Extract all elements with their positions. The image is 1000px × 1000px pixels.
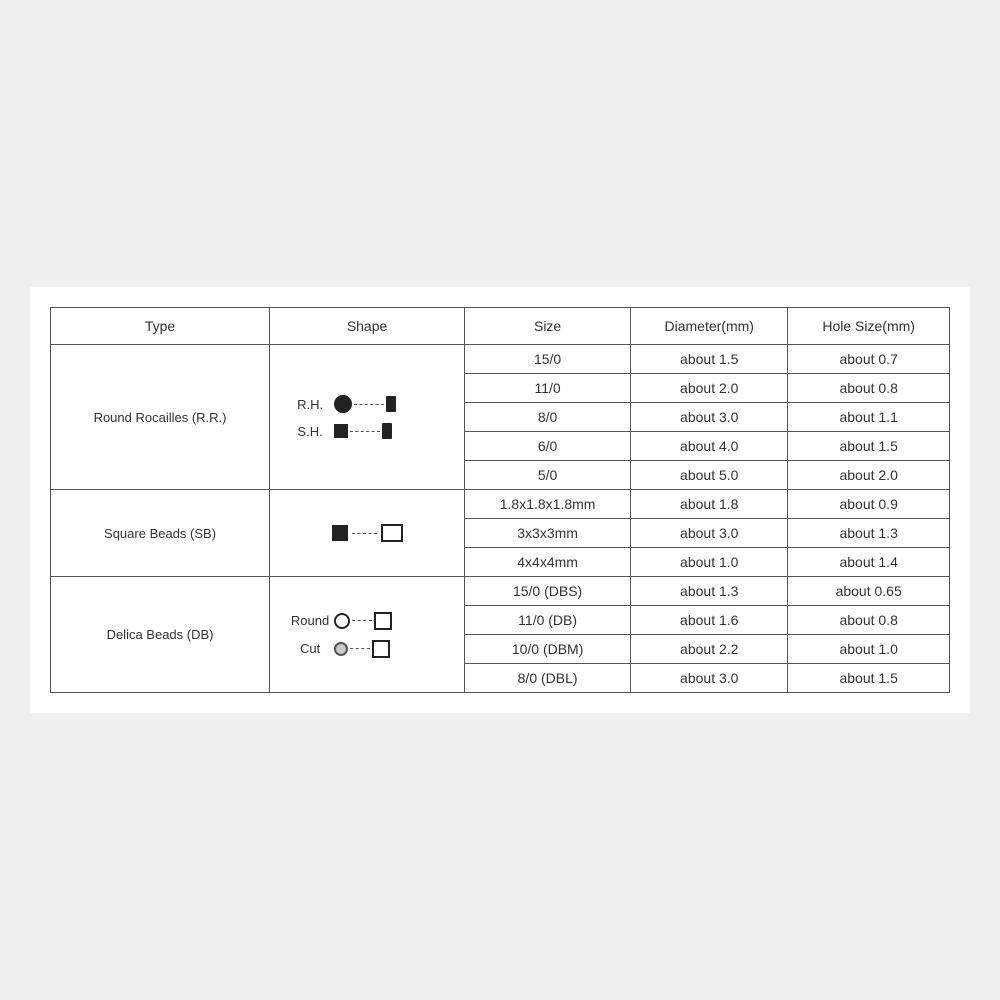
size-cell: 8/0 (DBL) (465, 664, 631, 693)
diameter-cell: about 4.0 (631, 432, 788, 461)
hole-size-cell: about 0.8 (788, 606, 950, 635)
hole-size-cell: about 1.5 (788, 664, 950, 693)
hole-size-cell: about 0.8 (788, 374, 950, 403)
diameter-cell: about 1.5 (631, 345, 788, 374)
size-cell: 15/0 (DBS) (465, 577, 631, 606)
diameter-cell: about 1.0 (631, 548, 788, 577)
size-cell: 8/0 (465, 403, 631, 432)
diameter-cell: about 1.3 (631, 577, 788, 606)
type-cell: Delica Beads (DB) (51, 577, 270, 693)
diameter-cell: about 3.0 (631, 519, 788, 548)
bead-reference-table: Type Shape Size Diameter(mm) Hole Size(m… (50, 307, 950, 693)
diameter-cell: about 2.2 (631, 635, 788, 664)
diameter-cell: about 1.8 (631, 490, 788, 519)
diameter-cell: about 2.0 (631, 374, 788, 403)
hole-size-cell: about 2.0 (788, 461, 950, 490)
diameter-cell: about 3.0 (631, 403, 788, 432)
shape-cell: Round Cut (270, 577, 465, 693)
hole-size-cell: about 1.4 (788, 548, 950, 577)
hole-size-cell: about 1.5 (788, 432, 950, 461)
size-cell: 5/0 (465, 461, 631, 490)
col-header-diameter: Diameter(mm) (631, 308, 788, 345)
hole-size-cell: about 0.65 (788, 577, 950, 606)
diameter-cell: about 5.0 (631, 461, 788, 490)
diameter-cell: about 1.6 (631, 606, 788, 635)
hole-size-cell: about 1.0 (788, 635, 950, 664)
hole-size-cell: about 0.9 (788, 490, 950, 519)
size-cell: 11/0 (DB) (465, 606, 631, 635)
diameter-cell: about 3.0 (631, 664, 788, 693)
col-header-shape: Shape (270, 308, 465, 345)
size-cell: 6/0 (465, 432, 631, 461)
type-cell: Round Rocailles (R.R.) (51, 345, 270, 490)
col-header-size: Size (465, 308, 631, 345)
size-cell: 15/0 (465, 345, 631, 374)
size-cell: 11/0 (465, 374, 631, 403)
shape-cell (270, 490, 465, 577)
size-cell: 4x4x4mm (465, 548, 631, 577)
shape-cell: R.H. S.H. (270, 345, 465, 490)
col-header-hole: Hole Size(mm) (788, 308, 950, 345)
hole-size-cell: about 1.3 (788, 519, 950, 548)
col-header-type: Type (51, 308, 270, 345)
type-cell: Square Beads (SB) (51, 490, 270, 577)
hole-size-cell: about 1.1 (788, 403, 950, 432)
size-cell: 3x3x3mm (465, 519, 631, 548)
size-cell: 1.8x1.8x1.8mm (465, 490, 631, 519)
page-wrapper: Type Shape Size Diameter(mm) Hole Size(m… (30, 287, 970, 713)
size-cell: 10/0 (DBM) (465, 635, 631, 664)
hole-size-cell: about 0.7 (788, 345, 950, 374)
